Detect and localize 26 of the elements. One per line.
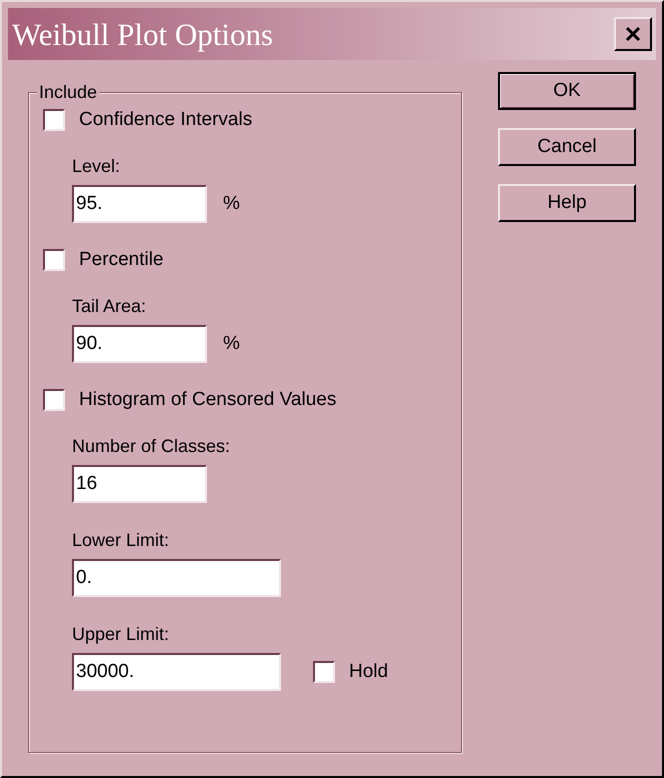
checkbox[interactable] xyxy=(43,389,65,411)
close-icon xyxy=(625,26,641,42)
window-title: Weibull Plot Options xyxy=(12,18,274,50)
checkbox-label: Histogram of Censored Values xyxy=(79,388,336,412)
input-field[interactable]: 16 xyxy=(72,465,207,503)
checkbox-label: Percentile xyxy=(79,248,164,272)
checkbox[interactable] xyxy=(43,249,65,271)
input-field[interactable]: 0. xyxy=(72,559,281,597)
checkbox-label: Confidence Intervals xyxy=(79,108,252,132)
checkbox-label: Hold xyxy=(349,660,388,684)
field-label: Lower Limit: xyxy=(72,529,170,551)
input-field[interactable]: 95. xyxy=(72,185,207,223)
field-label: Level: xyxy=(72,155,122,177)
checkbox[interactable] xyxy=(313,661,335,683)
input-field[interactable]: 30000. xyxy=(72,653,281,691)
unit-label: % xyxy=(223,192,240,216)
close-button[interactable] xyxy=(614,17,652,51)
field-label: Upper Limit: xyxy=(72,623,170,645)
dialog-button[interactable]: Help xyxy=(498,184,636,222)
field-label: Tail Area: xyxy=(72,295,148,317)
field-label: Number of Classes: xyxy=(72,435,232,457)
dialog-button[interactable]: OK xyxy=(498,72,636,110)
input-field[interactable]: 90. xyxy=(72,325,207,363)
unit-label: % xyxy=(223,332,240,356)
dialog-button[interactable]: Cancel xyxy=(498,128,636,166)
checkbox[interactable] xyxy=(43,109,65,131)
